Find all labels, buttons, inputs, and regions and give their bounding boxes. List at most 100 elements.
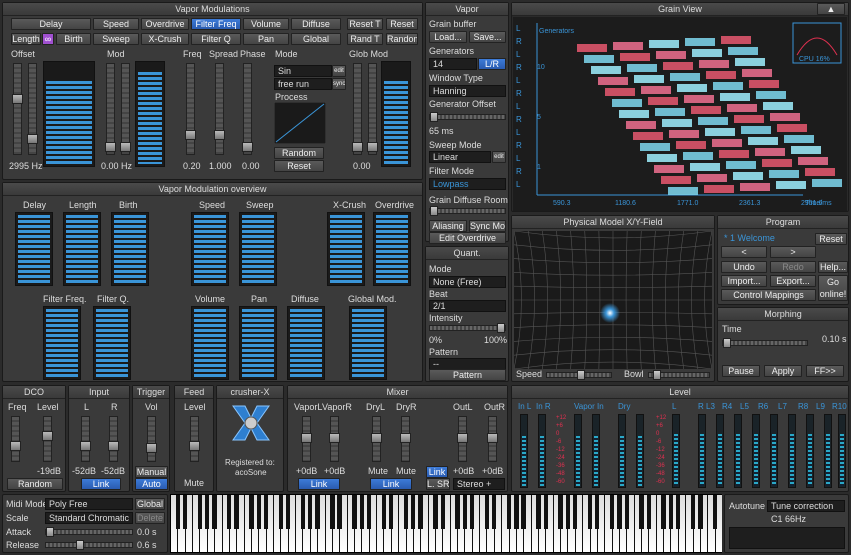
rand-t-button[interactable]: Rand T [347, 33, 383, 45]
global-midi-button[interactable]: Global [135, 498, 165, 510]
outr-fader[interactable] [487, 416, 498, 462]
dry-link-button[interactable]: Link [370, 478, 412, 490]
quant-mode-field[interactable]: None (Free) [429, 276, 506, 288]
program-reset-button[interactable]: Reset [815, 233, 847, 245]
black-key[interactable] [646, 495, 651, 529]
black-key[interactable] [337, 495, 342, 529]
black-key[interactable] [359, 495, 364, 529]
black-key[interactable] [278, 495, 283, 529]
morph-time-slider[interactable] [722, 338, 808, 348]
outl-fader[interactable] [457, 416, 468, 462]
birth-button[interactable]: Birth [56, 33, 91, 45]
prev-program-button[interactable]: < [721, 246, 767, 258]
attack-slider[interactable] [45, 527, 133, 537]
program-name-field[interactable]: * 1 Welcome [721, 233, 813, 245]
control-mappings-button[interactable]: Control Mappings [721, 289, 816, 301]
black-key[interactable] [440, 495, 445, 529]
redo-button[interactable]: Redo [770, 261, 816, 273]
black-key[interactable] [609, 495, 615, 529]
input-l-slider[interactable] [80, 416, 91, 462]
reset-t-button[interactable]: Reset T [347, 18, 383, 30]
freq-slider[interactable] [185, 63, 196, 155]
edit-mode-button[interactable]: edit [332, 65, 346, 77]
black-key[interactable] [514, 495, 519, 529]
speed-button[interactable]: Speed [93, 18, 139, 30]
window-type-field[interactable]: Hanning [429, 85, 506, 97]
mode-random-button[interactable]: Random [274, 147, 324, 159]
manual-button[interactable]: Manual [135, 466, 168, 478]
black-key[interactable] [668, 495, 674, 529]
sweep-button[interactable]: Sweep [93, 33, 139, 45]
filter-mode-field[interactable]: Lowpass [429, 178, 506, 190]
xy-field-display[interactable] [514, 231, 712, 369]
black-key[interactable] [234, 495, 239, 529]
black-key[interactable] [381, 495, 387, 529]
undo-button[interactable]: Undo [721, 261, 767, 273]
black-key[interactable] [227, 495, 232, 529]
mode-wave-field[interactable]: Sin [274, 65, 332, 77]
mixer-link-button-2[interactable]: Link [426, 466, 448, 478]
black-key[interactable] [492, 495, 497, 529]
lsr-button[interactable]: L. SR [426, 478, 450, 490]
black-key[interactable] [433, 495, 438, 529]
save-button[interactable]: Save... [469, 31, 506, 43]
black-key[interactable] [690, 495, 696, 529]
black-key[interactable] [366, 495, 372, 529]
speed-slider[interactable] [546, 370, 612, 380]
link-icon[interactable]: ∞ [42, 33, 54, 45]
black-key[interactable] [308, 495, 313, 529]
dco-freq-slider[interactable] [10, 416, 21, 462]
spread-slider[interactable] [214, 63, 225, 155]
vaporr-fader[interactable] [329, 416, 340, 462]
black-key[interactable] [212, 495, 217, 529]
diffuse-room-slider[interactable] [429, 206, 506, 216]
x-crush-button[interactable]: X-Crush [141, 33, 189, 45]
glob-mod-slider[interactable] [352, 63, 363, 155]
black-key[interactable] [182, 495, 188, 529]
next-program-button[interactable]: > [770, 246, 816, 258]
tune-correction-field[interactable]: Tune correction [767, 500, 845, 512]
black-key[interactable] [285, 495, 291, 529]
sweep-edit-button[interactable]: edit [492, 151, 506, 163]
pause-button[interactable]: Pause [722, 365, 760, 377]
auto-button[interactable]: Auto [135, 478, 168, 490]
offset-slider[interactable] [12, 63, 23, 155]
sweep-mode-field[interactable]: Linear [429, 151, 491, 163]
piano-keyboard[interactable] [170, 494, 722, 553]
black-key[interactable] [617, 495, 622, 529]
black-key[interactable] [536, 495, 541, 529]
trigger-vol-slider[interactable] [146, 416, 157, 462]
black-key[interactable] [712, 495, 718, 529]
export-button[interactable]: Export... [770, 275, 816, 287]
intensity-slider[interactable] [429, 323, 506, 333]
phase-slider[interactable] [242, 63, 253, 155]
black-key[interactable] [256, 495, 261, 529]
input-r-slider[interactable] [108, 416, 119, 462]
scale-field[interactable]: Standard Chromatic [45, 512, 133, 524]
offset-spread-slider[interactable] [27, 63, 38, 155]
load-button[interactable]: Load... [429, 31, 467, 43]
mod-slider[interactable] [105, 63, 116, 155]
fast-forward-button[interactable]: FF>> [806, 365, 844, 377]
black-key[interactable] [403, 495, 409, 529]
lr-button[interactable]: L/R [478, 58, 506, 70]
mod-depth-slider[interactable] [120, 63, 131, 155]
black-key[interactable] [352, 495, 357, 529]
reset-button[interactable]: Reset [386, 18, 418, 30]
sync-mod-button[interactable]: Sync Mod [469, 220, 506, 232]
vaporl-fader[interactable] [301, 416, 312, 462]
black-key[interactable] [249, 495, 254, 529]
xy-position-marker[interactable] [600, 303, 620, 323]
black-key[interactable] [389, 495, 394, 529]
gen-offset-slider[interactable] [429, 112, 506, 122]
stereo-field[interactable]: Stereo + [453, 478, 505, 490]
delay-button[interactable]: Delay [11, 18, 91, 30]
dryr-fader[interactable] [400, 416, 411, 462]
midi-mode-field[interactable]: Poly Free [45, 498, 133, 510]
mode-reset-button[interactable]: Reset [274, 160, 324, 172]
black-key[interactable] [558, 495, 563, 529]
black-key[interactable] [418, 495, 423, 529]
sync-button[interactable]: sync [332, 78, 346, 90]
black-key[interactable] [411, 495, 416, 529]
delete-button[interactable]: Delete [135, 512, 165, 524]
